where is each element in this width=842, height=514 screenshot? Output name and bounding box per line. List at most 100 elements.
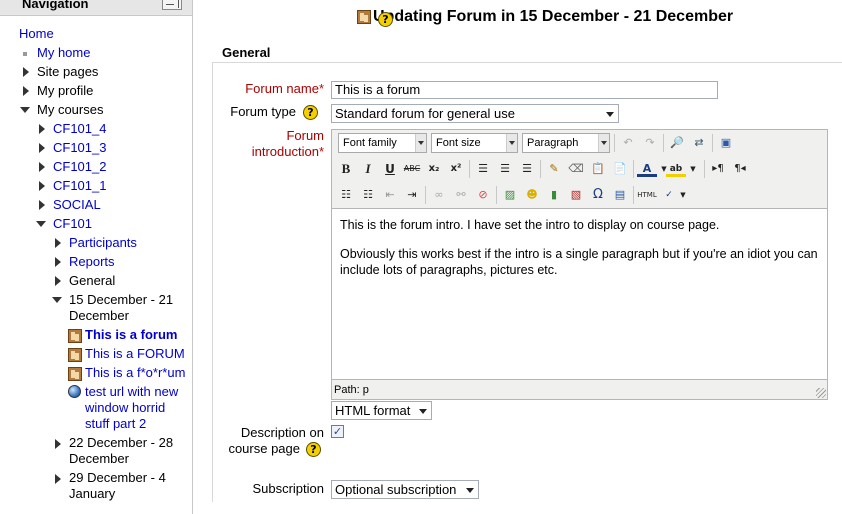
desc-on-course-page-checkbox[interactable]: ✓: [331, 425, 344, 438]
expand-arrow-icon[interactable]: [55, 257, 61, 267]
chevron-down-icon[interactable]: ▼: [683, 159, 703, 179]
nav-week-29-dec[interactable]: 29 December - 4: [69, 470, 166, 486]
nav-course-cf101[interactable]: CF101: [53, 216, 92, 232]
nav-course-social[interactable]: SOCIAL: [53, 197, 101, 213]
nolink-moodle-icon[interactable]: ▧: [566, 185, 586, 205]
nav-general[interactable]: General: [69, 273, 115, 289]
editor-toolbar-row-2: B I U ABC x₂ x² ☰ ☰ ☰ ✎ ⌫ 📋 📄 A ▼ ab ▼ ▸…: [332, 156, 827, 182]
expand-arrow-icon[interactable]: [39, 181, 45, 191]
underline-button[interactable]: U: [380, 159, 400, 179]
table-icon[interactable]: ▤: [610, 185, 630, 205]
link-icon[interactable]: ∞: [429, 185, 449, 205]
format-selected: HTML format: [335, 403, 411, 418]
toolbar-separator: [633, 160, 634, 178]
nav-course-cf101-4[interactable]: CF101_4: [53, 121, 106, 137]
nav-forum-current[interactable]: This is a forum: [85, 327, 177, 343]
nav-participants[interactable]: Participants: [69, 235, 137, 251]
expand-arrow-icon[interactable]: [39, 124, 45, 134]
expand-arrow-icon[interactable]: [39, 143, 45, 153]
nav-week-22-dec[interactable]: 22 December - 28: [69, 435, 173, 451]
toolbar-separator: [496, 186, 497, 204]
nav-course-cf101-2[interactable]: CF101_2: [53, 159, 106, 175]
collapse-arrow-icon[interactable]: [52, 297, 62, 303]
paste-word-icon[interactable]: 📄: [610, 159, 630, 179]
nav-site-pages[interactable]: Site pages: [37, 64, 98, 80]
forum-name-input[interactable]: This is a forum: [331, 81, 718, 99]
collapse-arrow-icon[interactable]: [20, 107, 30, 113]
outdent-icon[interactable]: ⇤: [380, 185, 400, 205]
help-icon[interactable]: ?: [306, 442, 321, 457]
bullet-list-icon[interactable]: ☷: [336, 185, 356, 205]
unlink-icon[interactable]: ⚯: [451, 185, 471, 205]
collapse-arrow-icon[interactable]: [36, 221, 46, 227]
bold-button[interactable]: B: [336, 159, 356, 179]
paste-text-icon[interactable]: 📋: [588, 159, 608, 179]
rtl-icon[interactable]: ¶◂: [730, 159, 750, 179]
forum-icon: [68, 329, 82, 343]
fieldset-border: [212, 62, 842, 63]
nav-my-courses[interactable]: My courses: [37, 102, 103, 118]
undo-icon[interactable]: ↶: [618, 133, 638, 153]
font-family-select[interactable]: Font family: [338, 133, 427, 153]
expand-arrow-icon[interactable]: [55, 276, 61, 286]
subscript-button[interactable]: x₂: [424, 159, 444, 179]
bullet-icon: [23, 52, 27, 56]
nav-week-15-dec[interactable]: 15 December - 21: [69, 292, 173, 308]
nav-course-cf101-1[interactable]: CF101_1: [53, 178, 106, 194]
expand-arrow-icon[interactable]: [23, 67, 29, 77]
ltr-icon[interactable]: ▸¶: [708, 159, 728, 179]
expand-arrow-icon[interactable]: [23, 86, 29, 96]
html-source-button[interactable]: HTML: [637, 185, 657, 205]
strikethrough-button[interactable]: ABC: [402, 159, 422, 179]
align-right-icon[interactable]: ☰: [517, 159, 537, 179]
help-icon[interactable]: ?: [378, 12, 393, 27]
align-center-icon[interactable]: ☰: [495, 159, 515, 179]
nav-url-resource-line2[interactable]: window horrid: [85, 400, 165, 416]
insert-image-icon[interactable]: ▨: [500, 185, 520, 205]
nav-forum-symbols[interactable]: This is a f*o*r*um: [85, 365, 185, 381]
expand-arrow-icon[interactable]: [55, 474, 61, 484]
nav-my-home-link[interactable]: My home: [37, 45, 90, 61]
chevron-down-icon[interactable]: ▼: [673, 185, 693, 205]
cleanup-icon[interactable]: ✎: [544, 159, 564, 179]
nav-forum-caps[interactable]: This is a FORUM: [85, 346, 185, 362]
nav-reports[interactable]: Reports: [69, 254, 115, 270]
italic-button[interactable]: I: [358, 159, 378, 179]
nav-course-cf101-3[interactable]: CF101_3: [53, 140, 106, 156]
chevron-down-icon: [598, 134, 609, 152]
editor-paragraph-2: Obviously this works best if the intro i…: [340, 247, 818, 277]
font-size-label: Font size: [436, 137, 481, 149]
forum-type-select[interactable]: Standard forum for general use: [331, 104, 619, 123]
no-link-icon[interactable]: ⊘: [473, 185, 493, 205]
resize-grip-icon[interactable]: [816, 388, 826, 398]
expand-arrow-icon[interactable]: [39, 200, 45, 210]
eraser-icon[interactable]: ⌫: [566, 159, 586, 179]
insert-media-icon[interactable]: ▮: [544, 185, 564, 205]
expand-arrow-icon[interactable]: [55, 439, 61, 449]
replace-icon[interactable]: ⇄: [689, 133, 709, 153]
intro-label-text: introduction: [251, 144, 319, 159]
redo-icon[interactable]: ↷: [640, 133, 660, 153]
format-select[interactable]: HTML format: [331, 401, 432, 420]
find-icon[interactable]: 🔎: [667, 133, 687, 153]
format-block-select[interactable]: Paragraph: [522, 133, 610, 153]
font-size-select[interactable]: Font size: [431, 133, 518, 153]
nav-url-resource-line3[interactable]: stuff part 2: [85, 416, 146, 432]
expand-arrow-icon[interactable]: [55, 238, 61, 248]
expand-arrow-icon[interactable]: [39, 162, 45, 172]
subscription-select[interactable]: Optional subscription: [331, 480, 479, 499]
nav-home-link[interactable]: Home: [19, 26, 54, 42]
indent-icon[interactable]: ⇥: [402, 185, 422, 205]
nav-my-profile[interactable]: My profile: [37, 83, 93, 99]
align-left-icon[interactable]: ☰: [473, 159, 493, 179]
collapse-block-icon[interactable]: [162, 0, 182, 10]
special-char-button[interactable]: Ω: [588, 185, 608, 205]
numbered-list-icon[interactable]: ☷: [358, 185, 378, 205]
emoticon-icon[interactable]: ☻: [522, 185, 542, 205]
superscript-button[interactable]: x²: [446, 159, 466, 179]
nav-week-15-dec-line2: December: [69, 308, 129, 323]
nav-url-resource[interactable]: test url with new: [85, 384, 178, 400]
fullscreen-icon[interactable]: ▣: [716, 133, 736, 153]
help-icon[interactable]: ?: [303, 105, 318, 120]
editor-content-area[interactable]: This is the forum intro. I have set the …: [332, 208, 827, 380]
